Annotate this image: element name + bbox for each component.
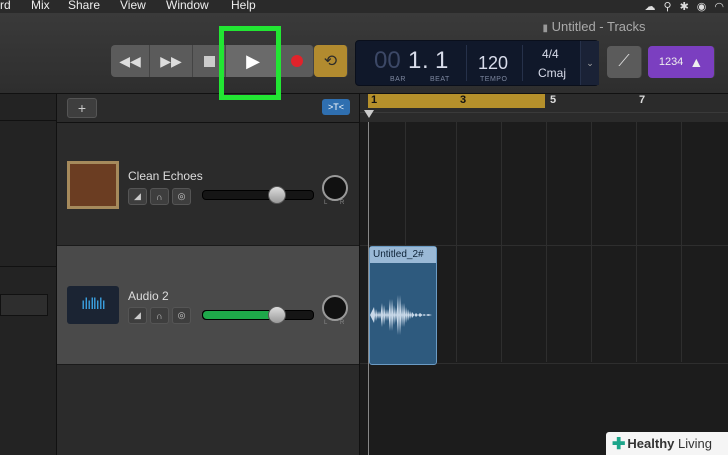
pan-right-label: R xyxy=(340,200,345,206)
input-monitor-button[interactable]: ◎ xyxy=(172,188,191,205)
lcd-beat: 1 xyxy=(435,47,449,74)
headphones-icon: ∩ xyxy=(156,191,163,202)
mute-button[interactable]: ◢ xyxy=(128,188,147,205)
watermark: ✚ Healthy Living xyxy=(606,432,728,455)
volume-knob[interactable] xyxy=(268,306,287,324)
lcd-beat-label: BEAT xyxy=(430,76,450,83)
window-title-text: Untitled - Tracks xyxy=(551,19,646,34)
ruler-mark-3: 3 xyxy=(460,94,467,106)
volume-knob[interactable] xyxy=(268,186,287,204)
count-in-metronome-button[interactable]: 1234 ▲ xyxy=(648,46,715,78)
library-search-input[interactable] xyxy=(0,294,48,316)
pan-knob[interactable] xyxy=(322,175,348,201)
lcd-signature: 4/4 xyxy=(542,47,559,61)
track-audio-2[interactable]: ılıllılı Audio 2 ◢ ∩ ◎ L R xyxy=(57,246,359,365)
plus-icon: ✚ xyxy=(612,435,626,453)
lcd-tempo-label: TEMPO xyxy=(480,76,508,83)
track-clean-echoes[interactable]: Clean Echoes ◢ ∩ ◎ L R xyxy=(57,123,359,246)
cycle-icon: ⟲ xyxy=(323,53,338,70)
add-track-button[interactable]: + xyxy=(67,98,97,118)
lcd-key: Cmaj xyxy=(538,66,567,80)
timeline-ruler[interactable]: 1 3 5 7 xyxy=(360,94,728,122)
ruler-mark-7: 7 xyxy=(639,94,646,106)
rewind-icon: ◀◀ xyxy=(119,52,141,69)
tuner-button[interactable]: ⟋ xyxy=(607,46,642,78)
pan-left-label: L xyxy=(324,200,328,206)
cycle-region[interactable] xyxy=(368,94,545,108)
document-icon: ▮ xyxy=(542,23,548,34)
tuning-fork-icon: ⟋ xyxy=(618,53,630,70)
watermark-brand: Healthy xyxy=(627,436,675,451)
input-monitor-button[interactable]: ◎ xyxy=(172,307,191,324)
rewind-button[interactable]: ◀◀ xyxy=(111,45,150,77)
record-button[interactable] xyxy=(281,45,314,77)
empty-track-area[interactable] xyxy=(57,365,359,455)
mute-icon: ◢ xyxy=(134,191,141,201)
wifi-icon[interactable]: ◠ xyxy=(714,0,724,13)
catch-playhead-button[interactable]: >T< xyxy=(322,99,350,115)
waveform-icon: ılıllılı xyxy=(67,286,119,324)
lcd-display[interactable]: 00 1 . 1 BAR BEAT 120 TEMPO 4/4 Cmaj ⌄ xyxy=(355,40,599,86)
ruler-mark-5: 5 xyxy=(550,94,557,106)
menu-item-mix[interactable]: Mix xyxy=(31,0,50,12)
fast-forward-icon: ▶▶ xyxy=(160,52,182,69)
track-header-bar: + >T< xyxy=(57,94,359,123)
mute-button[interactable]: ◢ xyxy=(128,307,147,324)
catch-icon: >T< xyxy=(327,102,344,112)
lcd-bar: 1 xyxy=(408,47,422,74)
lcd-bar-label: BAR xyxy=(390,76,406,83)
accessibility-icon[interactable]: ⚲ xyxy=(664,0,672,13)
menu-item-share[interactable]: Share xyxy=(68,0,100,12)
solo-button[interactable]: ∩ xyxy=(150,307,169,324)
ruler-mark-1: 1 xyxy=(371,94,378,106)
menu-item-view[interactable]: View xyxy=(120,0,146,12)
lcd-menu-chevron-icon[interactable]: ⌄ xyxy=(580,41,599,85)
volume-fill xyxy=(203,311,278,319)
lcd-bar-faded: 00 xyxy=(374,47,401,74)
monitor-icon: ◎ xyxy=(177,191,186,201)
menu-item-window[interactable]: Window xyxy=(166,0,209,12)
highlight-box xyxy=(219,26,281,100)
playhead-handle[interactable] xyxy=(364,110,374,118)
solo-button[interactable]: ∩ xyxy=(150,188,169,205)
region-name: Untitled_2# xyxy=(373,249,424,260)
track-name: Clean Echoes xyxy=(128,169,203,183)
status-icons: ☁ ⚲ ✱ ◉ ◠ xyxy=(645,0,725,13)
user-icon[interactable]: ◉ xyxy=(697,0,707,13)
pan-right-label: R xyxy=(340,320,345,326)
cycle-button[interactable]: ⟲ xyxy=(314,45,348,77)
menu-item-record[interactable]: rd xyxy=(0,0,11,12)
headphones-icon: ∩ xyxy=(156,310,163,321)
volume-slider[interactable] xyxy=(202,310,314,320)
menu-item-help[interactable]: Help xyxy=(231,0,256,12)
count-in-label: 1234 xyxy=(658,56,684,68)
pan-knob[interactable] xyxy=(322,295,348,321)
audio-region[interactable]: Untitled_2# xyxy=(369,246,437,365)
volume-slider[interactable] xyxy=(202,190,314,200)
pan-left-label: L xyxy=(324,320,328,326)
window-title: ▮ Untitled - Tracks xyxy=(0,19,728,34)
monitor-icon: ◎ xyxy=(177,310,186,320)
watermark-suffix: Living xyxy=(674,436,712,451)
library-panel xyxy=(0,94,57,455)
fast-forward-button[interactable]: ▶▶ xyxy=(150,45,193,77)
mute-icon: ◢ xyxy=(134,310,141,320)
region-waveform xyxy=(370,295,436,335)
record-icon xyxy=(291,55,303,67)
metronome-icon: ▲ xyxy=(689,54,704,70)
lcd-tempo: 120 xyxy=(478,53,509,73)
menu-bar: rd Mix Share View Window Help ☁ ⚲ ✱ ◉ ◠ xyxy=(0,0,728,13)
amp-icon xyxy=(67,161,119,209)
bluetooth-icon[interactable]: ✱ xyxy=(680,0,689,13)
stop-icon xyxy=(203,55,215,67)
track-name: Audio 2 xyxy=(128,289,169,303)
creative-cloud-icon[interactable]: ☁ xyxy=(645,0,656,13)
